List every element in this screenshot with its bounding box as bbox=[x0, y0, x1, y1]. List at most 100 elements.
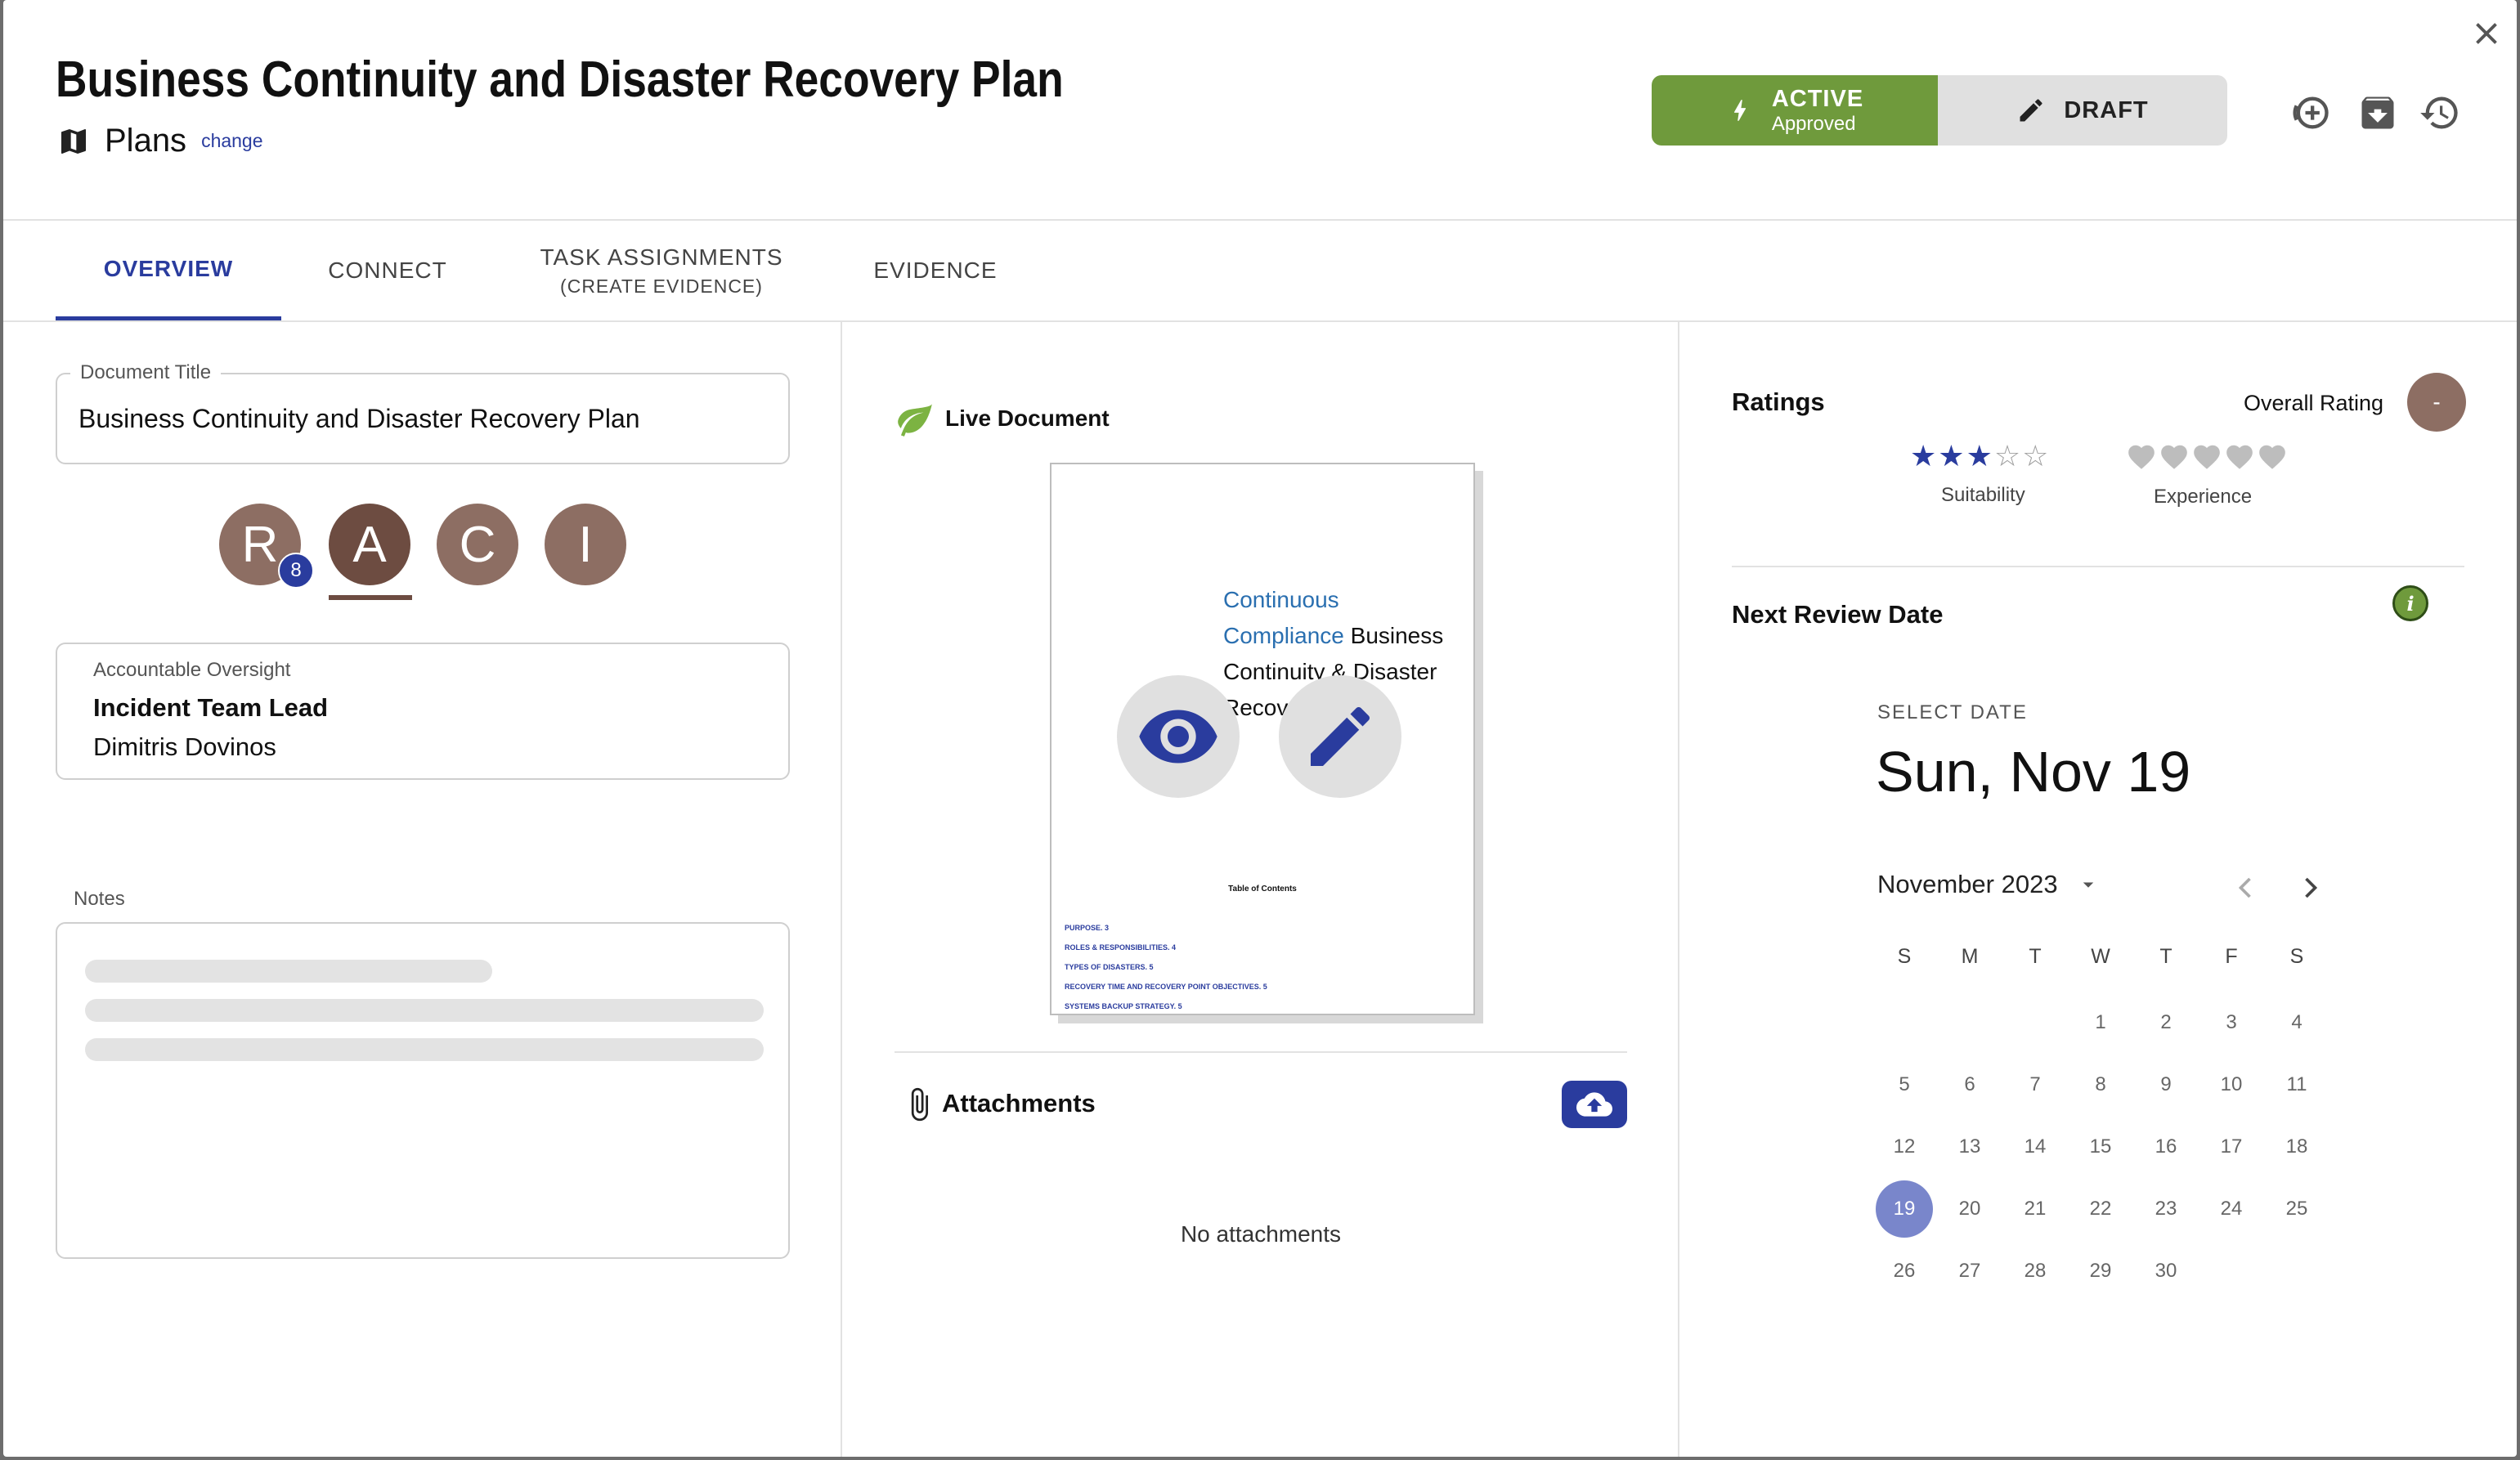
calendar-day[interactable]: 6 bbox=[1941, 1056, 1998, 1113]
heart-icon[interactable] bbox=[2126, 441, 2157, 472]
star-empty-icon[interactable]: ☆ bbox=[1994, 441, 2020, 471]
calendar-grid: 1 2 3 4 5 6 7 8 9 10 11 12 13 14 15 16 17 18 19 20 21 22 23 24 2… bbox=[1876, 994, 2340, 1313]
calendar-day[interactable]: 26 bbox=[1876, 1243, 1933, 1300]
raci-selected-underline bbox=[329, 595, 412, 600]
star-filled-icon[interactable]: ★ bbox=[1910, 441, 1936, 471]
selected-date-display: Sun, Nov 19 bbox=[1876, 740, 2191, 804]
notes-editor[interactable] bbox=[56, 922, 790, 1259]
star-empty-icon[interactable]: ☆ bbox=[2022, 441, 2048, 471]
archive-icon[interactable] bbox=[2356, 92, 2399, 134]
calendar-day[interactable]: 29 bbox=[2072, 1243, 2129, 1300]
column-divider bbox=[1678, 320, 1679, 1457]
calendar-day[interactable]: 3 bbox=[2203, 994, 2260, 1051]
calendar-day[interactable]: 12 bbox=[1876, 1118, 1933, 1176]
weekday-label: W bbox=[2091, 945, 2110, 968]
calendar-day[interactable]: 21 bbox=[2007, 1180, 2064, 1238]
history-icon[interactable] bbox=[2419, 92, 2461, 134]
toc-item: ROLES & RESPONSIBILITIES. 4 bbox=[1065, 943, 1177, 952]
calendar-day[interactable]: 13 bbox=[1941, 1118, 1998, 1176]
weekday-label: T bbox=[2159, 945, 2172, 968]
add-circle-icon[interactable] bbox=[2289, 92, 2332, 134]
toc-item: TYPES OF DISASTERS. 5 bbox=[1065, 963, 1154, 971]
loading-skeleton bbox=[85, 999, 764, 1022]
document-title-field[interactable]: Document Title Business Continuity and D… bbox=[56, 361, 790, 464]
calendar-day[interactable]: 5 bbox=[1876, 1056, 1933, 1113]
overall-rating-badge: - bbox=[2407, 373, 2466, 432]
calendar-day[interactable]: 22 bbox=[2072, 1180, 2129, 1238]
raci-consulted[interactable]: C bbox=[437, 504, 518, 585]
calendar-day[interactable]: 28 bbox=[2007, 1243, 2064, 1300]
calendar-day[interactable]: 8 bbox=[2072, 1056, 2129, 1113]
calendar-day[interactable]: 30 bbox=[2137, 1243, 2195, 1300]
raci-accountable[interactable]: A bbox=[329, 504, 410, 585]
month-label: November 2023 bbox=[1877, 870, 2058, 898]
close-icon[interactable] bbox=[2468, 15, 2505, 52]
experience-label: Experience bbox=[2154, 486, 2253, 508]
weekday-label: S bbox=[2289, 945, 2304, 968]
chevron-left-icon[interactable] bbox=[2227, 870, 2263, 906]
calendar-day[interactable]: 14 bbox=[2007, 1118, 2064, 1176]
page-title: Business Continuity and Disaster Recover… bbox=[56, 52, 1064, 108]
calendar-day[interactable]: 27 bbox=[1941, 1243, 1998, 1300]
attachments-label: Attachments bbox=[942, 1089, 1096, 1117]
next-review-title: Next Review Date bbox=[1732, 600, 1944, 629]
calendar-day[interactable]: 17 bbox=[2203, 1118, 2260, 1176]
active-status-button[interactable]: ACTIVE Approved bbox=[1652, 75, 1938, 146]
section-divider bbox=[1732, 566, 2464, 567]
no-attachments-text: No attachments bbox=[1180, 1221, 1342, 1247]
status-toggle: ACTIVE Approved DRAFT bbox=[1652, 75, 2227, 146]
upload-attachment-button[interactable] bbox=[1562, 1081, 1627, 1128]
section-divider bbox=[895, 1051, 1627, 1053]
star-filled-icon[interactable]: ★ bbox=[1966, 441, 1993, 471]
suitability-stars[interactable]: ★ ★ ★ ☆ ☆ bbox=[1910, 441, 2048, 471]
calendar-day[interactable]: 9 bbox=[2137, 1056, 2195, 1113]
select-date-label: SELECT DATE bbox=[1877, 701, 2028, 723]
draft-status-button[interactable]: DRAFT bbox=[1938, 75, 2227, 146]
calendar-day[interactable]: 23 bbox=[2137, 1180, 2195, 1238]
document-title-value: Business Continuity and Disaster Recover… bbox=[78, 404, 640, 433]
calendar-day[interactable]: 11 bbox=[2268, 1056, 2325, 1113]
heart-icon[interactable] bbox=[2191, 441, 2222, 472]
live-document-label: Live Document bbox=[945, 405, 1110, 431]
weekday-label: S bbox=[1897, 945, 1912, 968]
calendar-day[interactable]: 20 bbox=[1941, 1180, 1998, 1238]
document-preview[interactable]: Continuous Compliance Business Continuit… bbox=[1050, 463, 1475, 1015]
toc-title: Table of Contents bbox=[1228, 885, 1297, 893]
experience-hearts[interactable] bbox=[2126, 441, 2288, 472]
tab-task-assignments[interactable]: TASK ASSIGNMENTS (CREATE EVIDENCE) bbox=[527, 221, 796, 320]
overall-rating-label: Overall Rating bbox=[2244, 391, 2384, 415]
calendar-day[interactable]: 18 bbox=[2268, 1118, 2325, 1176]
calendar-day[interactable]: 16 bbox=[2137, 1118, 2195, 1176]
calendar-day[interactable]: 7 bbox=[2007, 1056, 2064, 1113]
weekday-label: M bbox=[1961, 945, 1979, 968]
chevron-right-icon[interactable] bbox=[2293, 870, 2329, 906]
calendar-day[interactable]: 15 bbox=[2072, 1118, 2129, 1176]
toc-item: RECOVERY TIME AND RECOVERY POINT OBJECTI… bbox=[1065, 983, 1267, 991]
heart-icon[interactable] bbox=[2159, 441, 2190, 472]
calendar-day[interactable]: 25 bbox=[2268, 1180, 2325, 1238]
category-label: Plans bbox=[105, 123, 187, 159]
heart-icon[interactable] bbox=[2224, 441, 2255, 472]
month-selector[interactable]: November 2023 bbox=[1877, 870, 2101, 899]
heart-icon[interactable] bbox=[2257, 441, 2288, 472]
pencil-icon bbox=[2020, 99, 2042, 122]
calendar-day[interactable]: 4 bbox=[2268, 994, 2325, 1051]
calendar-day-selected[interactable]: 19 bbox=[1876, 1180, 1933, 1238]
column-divider bbox=[841, 320, 842, 1457]
raci-informed[interactable]: I bbox=[545, 504, 626, 585]
calendar-day[interactable]: 1 bbox=[2072, 994, 2129, 1051]
calendar-day[interactable]: 10 bbox=[2203, 1056, 2260, 1113]
edit-document-button[interactable] bbox=[1279, 675, 1401, 798]
tab-connect[interactable]: CONNECT bbox=[314, 221, 461, 320]
star-filled-icon[interactable]: ★ bbox=[1938, 441, 1964, 471]
info-icon[interactable]: i bbox=[2392, 585, 2428, 621]
calendar-day[interactable]: 24 bbox=[2203, 1180, 2260, 1238]
chevron-down-icon bbox=[2083, 882, 2093, 888]
view-document-button[interactable] bbox=[1117, 675, 1240, 798]
tab-overview[interactable]: OVERVIEW bbox=[56, 221, 281, 320]
calendar-day[interactable]: 2 bbox=[2137, 994, 2195, 1051]
change-category-link[interactable]: change bbox=[201, 130, 262, 152]
toc-item: PURPOSE. 3 bbox=[1065, 924, 1110, 932]
tab-evidence[interactable]: EVIDENCE bbox=[854, 221, 1017, 320]
oversight-label: Accountable Oversight bbox=[93, 659, 291, 681]
